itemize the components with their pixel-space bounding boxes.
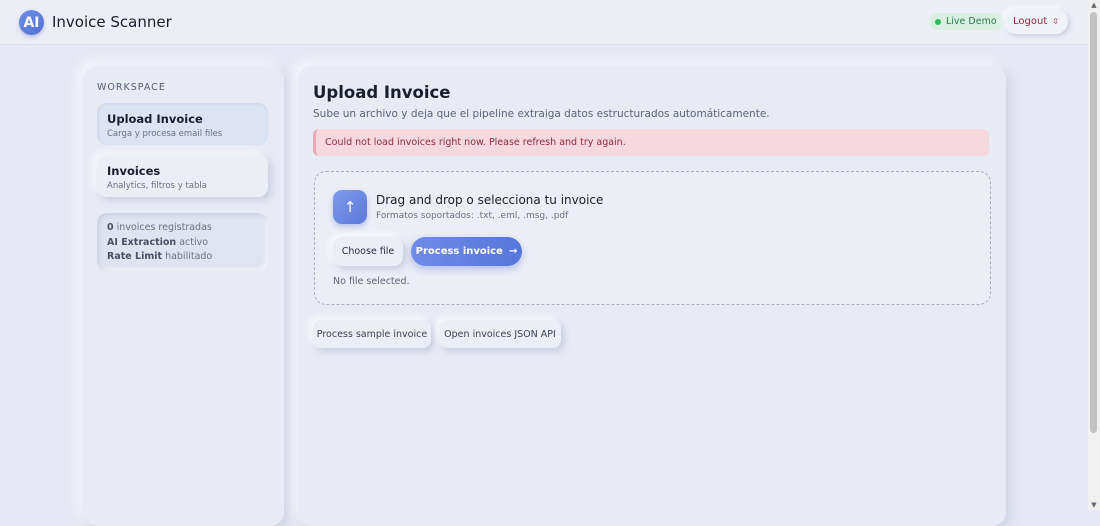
upload-arrow-icon: ↑ xyxy=(333,190,367,224)
page-subtitle: Sube un archivo y deja que el pipeline e… xyxy=(313,108,770,120)
logout-label: Logout xyxy=(1013,16,1048,27)
rate-limit-line: Rate Limit habilitado xyxy=(107,250,258,265)
invoice-count-text: invoices registradas xyxy=(116,222,212,233)
app-logo: AI xyxy=(19,10,44,35)
workspace-label: WORKSPACE xyxy=(97,82,166,93)
selected-file-status: No file selected. xyxy=(333,276,410,287)
rate-limit-label: Rate Limit xyxy=(107,251,163,262)
file-dropzone[interactable]: ↑ Drag and drop o selecciona tu invoice … xyxy=(314,171,991,305)
scroll-up-icon[interactable]: ▲ xyxy=(1090,1,1098,9)
stats-panel: 0 invoices registradas AI Extraction act… xyxy=(97,213,268,271)
choose-file-button[interactable]: Choose file xyxy=(333,237,403,266)
status-dot-icon xyxy=(935,18,941,25)
scroll-down-icon[interactable]: ▼ xyxy=(1090,501,1098,509)
sidebar-item-title: Invoices xyxy=(107,164,161,178)
sidebar-item-upload-invoice[interactable]: Upload Invoice Carga y procesa email fil… xyxy=(97,103,268,145)
invoice-count: 0 xyxy=(107,222,114,233)
logout-button[interactable]: Logout ⇳ xyxy=(1004,9,1068,34)
page-title: Upload Invoice xyxy=(313,83,451,102)
dropzone-title: Drag and drop o selecciona tu invoice xyxy=(376,193,604,207)
app-title: Invoice Scanner xyxy=(52,13,172,31)
supported-formats: Formatos soportados: .txt, .eml, .msg, .… xyxy=(376,211,569,221)
ai-extraction-line: AI Extraction activo xyxy=(107,236,258,251)
process-invoice-label: Process invoice xyxy=(415,246,503,257)
page-scrollbar[interactable]: ▲ ▼ xyxy=(1088,0,1100,510)
sidebar-item-invoices[interactable]: Invoices Analytics, filtros y tabla xyxy=(97,155,268,197)
process-invoice-button[interactable]: Process invoice → xyxy=(411,237,522,266)
live-demo-label: Live Demo xyxy=(946,16,997,27)
ai-extraction-label: AI Extraction xyxy=(107,236,177,248)
rate-limit-status: habilitado xyxy=(165,251,213,262)
top-bar: AI Invoice Scanner Live Demo Logout ⇳ xyxy=(0,0,1088,45)
scrollbar-thumb[interactable] xyxy=(1090,12,1097,433)
sidebar-item-subtitle: Carga y procesa email files xyxy=(107,129,223,139)
error-alert: Could not load invoices right now. Pleas… xyxy=(313,129,989,156)
sidebar-item-subtitle: Analytics, filtros y tabla xyxy=(107,181,207,191)
logout-icon: ⇳ xyxy=(1052,17,1059,26)
process-sample-button[interactable]: Process sample invoice xyxy=(313,320,431,348)
ai-extraction-status: activo xyxy=(179,236,209,248)
sidebar-item-title: Upload Invoice xyxy=(107,112,203,126)
open-json-api-button[interactable]: Open invoices JSON API xyxy=(439,320,561,348)
arrow-right-icon: → xyxy=(508,246,518,257)
upload-panel: Upload Invoice Sube un archivo y deja qu… xyxy=(298,66,1006,526)
live-demo-badge: Live Demo xyxy=(929,13,1004,30)
sidebar: WORKSPACE Upload Invoice Carga y procesa… xyxy=(83,66,284,526)
invoice-count-line: 0 invoices registradas xyxy=(107,221,258,236)
